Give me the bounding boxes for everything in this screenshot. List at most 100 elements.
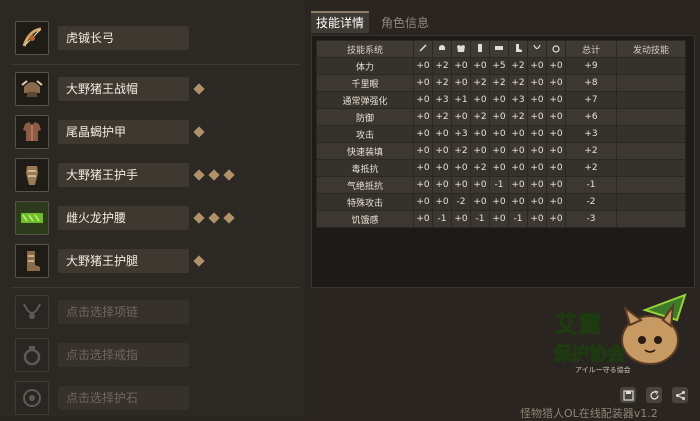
necklace-icon: [15, 295, 49, 329]
skill-total-cell: -1: [565, 176, 617, 194]
skill-name-cell: 攻击: [316, 125, 414, 143]
skill-value-cell: +0: [546, 57, 566, 75]
tab-character-info[interactable]: 角色信息: [375, 13, 435, 33]
waist-slot[interactable]: 雌火龙护腰: [15, 201, 235, 237]
decoration-slot-icon: [223, 212, 235, 224]
skill-value-cell: +0: [489, 210, 509, 228]
skill-name-cell: 千里眼: [316, 74, 414, 92]
chest-armor-icon: [15, 115, 49, 149]
skill-value-cell: +2: [508, 108, 528, 126]
decoration-slot-icon: [208, 169, 220, 181]
active-skill-cell: [616, 74, 686, 92]
skill-value-cell: +0: [527, 193, 547, 211]
ring-label: 点击选择戒指: [58, 343, 189, 367]
header-skill-system: 技能系统: [316, 40, 414, 58]
skill-value-cell: +0: [413, 142, 433, 160]
skill-value-cell: +0: [489, 91, 509, 109]
skill-value-cell: +0: [413, 193, 433, 211]
skill-value-cell: +3: [432, 91, 452, 109]
leg-slot[interactable]: 大野猪王护腿: [15, 244, 205, 280]
ring-column-icon: [546, 40, 566, 58]
helm-slot[interactable]: 大野猪王战帽: [15, 72, 205, 108]
skill-value-cell: +0: [432, 176, 452, 194]
skill-value-cell: +0: [546, 193, 566, 211]
skill-value-cell: +0: [527, 91, 547, 109]
skill-value-cell: -1: [470, 210, 490, 228]
necklace-column-icon: [527, 40, 547, 58]
leg-column-icon: [508, 40, 528, 58]
weapon-slot[interactable]: 虎铖长弓: [15, 21, 195, 57]
skill-value-cell: +0: [527, 176, 547, 194]
skill-value-cell: +0: [451, 57, 471, 75]
skill-value-cell: +0: [470, 193, 490, 211]
skill-value-cell: -1: [489, 176, 509, 194]
decoration-slot-icon: [193, 83, 205, 95]
decoration-slot-icon: [193, 255, 205, 267]
skill-value-cell: +0: [451, 210, 471, 228]
skill-rows: 体力 +0 +2 +0 +0 +5 +2 +0 +0 +9 千里眼 +0 +2 +0 +2 +2 +2 +0 +0 +…: [316, 57, 686, 228]
header-total: 总计: [565, 40, 617, 58]
skill-value-cell: +0: [527, 142, 547, 160]
skill-value-cell: +0: [527, 210, 547, 228]
skill-value-cell: +0: [546, 159, 566, 177]
table-row: 毒抵抗 +0 +0 +0 +2 +0 +0 +0 +0 +2: [316, 159, 686, 177]
skill-value-cell: +0: [489, 108, 509, 126]
skill-total-cell: +2: [565, 159, 617, 177]
skill-value-cell: -1: [508, 210, 528, 228]
skill-total-cell: -2: [565, 193, 617, 211]
table-row: 防御 +0 +2 +0 +2 +0 +2 +0 +0 +6: [316, 108, 686, 126]
talisman-label: 点击选择护石: [58, 386, 189, 410]
skill-value-cell: +0: [546, 91, 566, 109]
ring-slot[interactable]: 点击选择戒指: [15, 338, 195, 374]
skill-value-cell: +0: [508, 142, 528, 160]
waist-column-icon: [489, 40, 509, 58]
skill-value-cell: +0: [413, 210, 433, 228]
share-button[interactable]: [672, 387, 688, 403]
skill-value-cell: +0: [432, 125, 452, 143]
arm-label: 大野猪王护手: [58, 163, 189, 187]
skill-value-cell: +0: [527, 159, 547, 177]
skill-value-cell: +0: [451, 108, 471, 126]
necklace-slot[interactable]: 点击选择项链: [15, 295, 195, 331]
skill-name-cell: 气绝抵抗: [316, 176, 414, 194]
leg-label: 大野猪王护腿: [58, 249, 189, 273]
skill-total-cell: +6: [565, 108, 617, 126]
save-icon: [622, 389, 634, 401]
skill-value-cell: +0: [451, 159, 471, 177]
bow-icon: [15, 21, 49, 55]
skill-value-cell: +0: [413, 159, 433, 177]
skill-total-cell: +8: [565, 74, 617, 92]
tab-skill-detail[interactable]: 技能详情: [311, 11, 369, 33]
skill-value-cell: +0: [546, 125, 566, 143]
skill-value-cell: +2: [470, 74, 490, 92]
talisman-slot[interactable]: 点击选择护石: [15, 381, 195, 417]
skill-value-cell: +0: [413, 176, 433, 194]
active-skill-cell: [616, 159, 686, 177]
active-skill-cell: [616, 91, 686, 109]
table-row: 通常弹强化 +0 +3 +1 +0 +0 +3 +0 +0 +7: [316, 91, 686, 109]
skill-name-cell: 特殊攻击: [316, 193, 414, 211]
gauntlet-icon: [15, 158, 49, 192]
decoration-slot-icon: [223, 169, 235, 181]
svg-text:保护协会: 保护协会: [552, 343, 625, 365]
skill-value-cell: +0: [489, 125, 509, 143]
skill-value-cell: +0: [432, 142, 452, 160]
skill-value-cell: +0: [413, 57, 433, 75]
skill-value-cell: +0: [470, 125, 490, 143]
share-icon: [675, 390, 685, 400]
skill-value-cell: +3: [508, 91, 528, 109]
header-active-skill: 发动技能: [616, 40, 686, 58]
chest-slot[interactable]: 尾晶蝎护甲: [15, 115, 205, 151]
save-button[interactable]: [620, 387, 636, 403]
chest-column-icon: [451, 40, 471, 58]
skill-value-cell: +3: [451, 125, 471, 143]
skill-value-cell: +2: [432, 74, 452, 92]
table-row: 快速装填 +0 +0 +2 +0 +0 +0 +0 +0 +2: [316, 142, 686, 160]
skill-value-cell: +0: [546, 74, 566, 92]
skill-value-cell: +0: [489, 193, 509, 211]
arm-slot[interactable]: 大野猪王护手: [15, 158, 235, 194]
weapon-label: 虎铖长弓: [58, 26, 189, 50]
table-row: 体力 +0 +2 +0 +0 +5 +2 +0 +0 +9: [316, 57, 686, 75]
chest-label: 尾晶蝎护甲: [58, 120, 189, 144]
refresh-button[interactable]: [646, 387, 662, 403]
